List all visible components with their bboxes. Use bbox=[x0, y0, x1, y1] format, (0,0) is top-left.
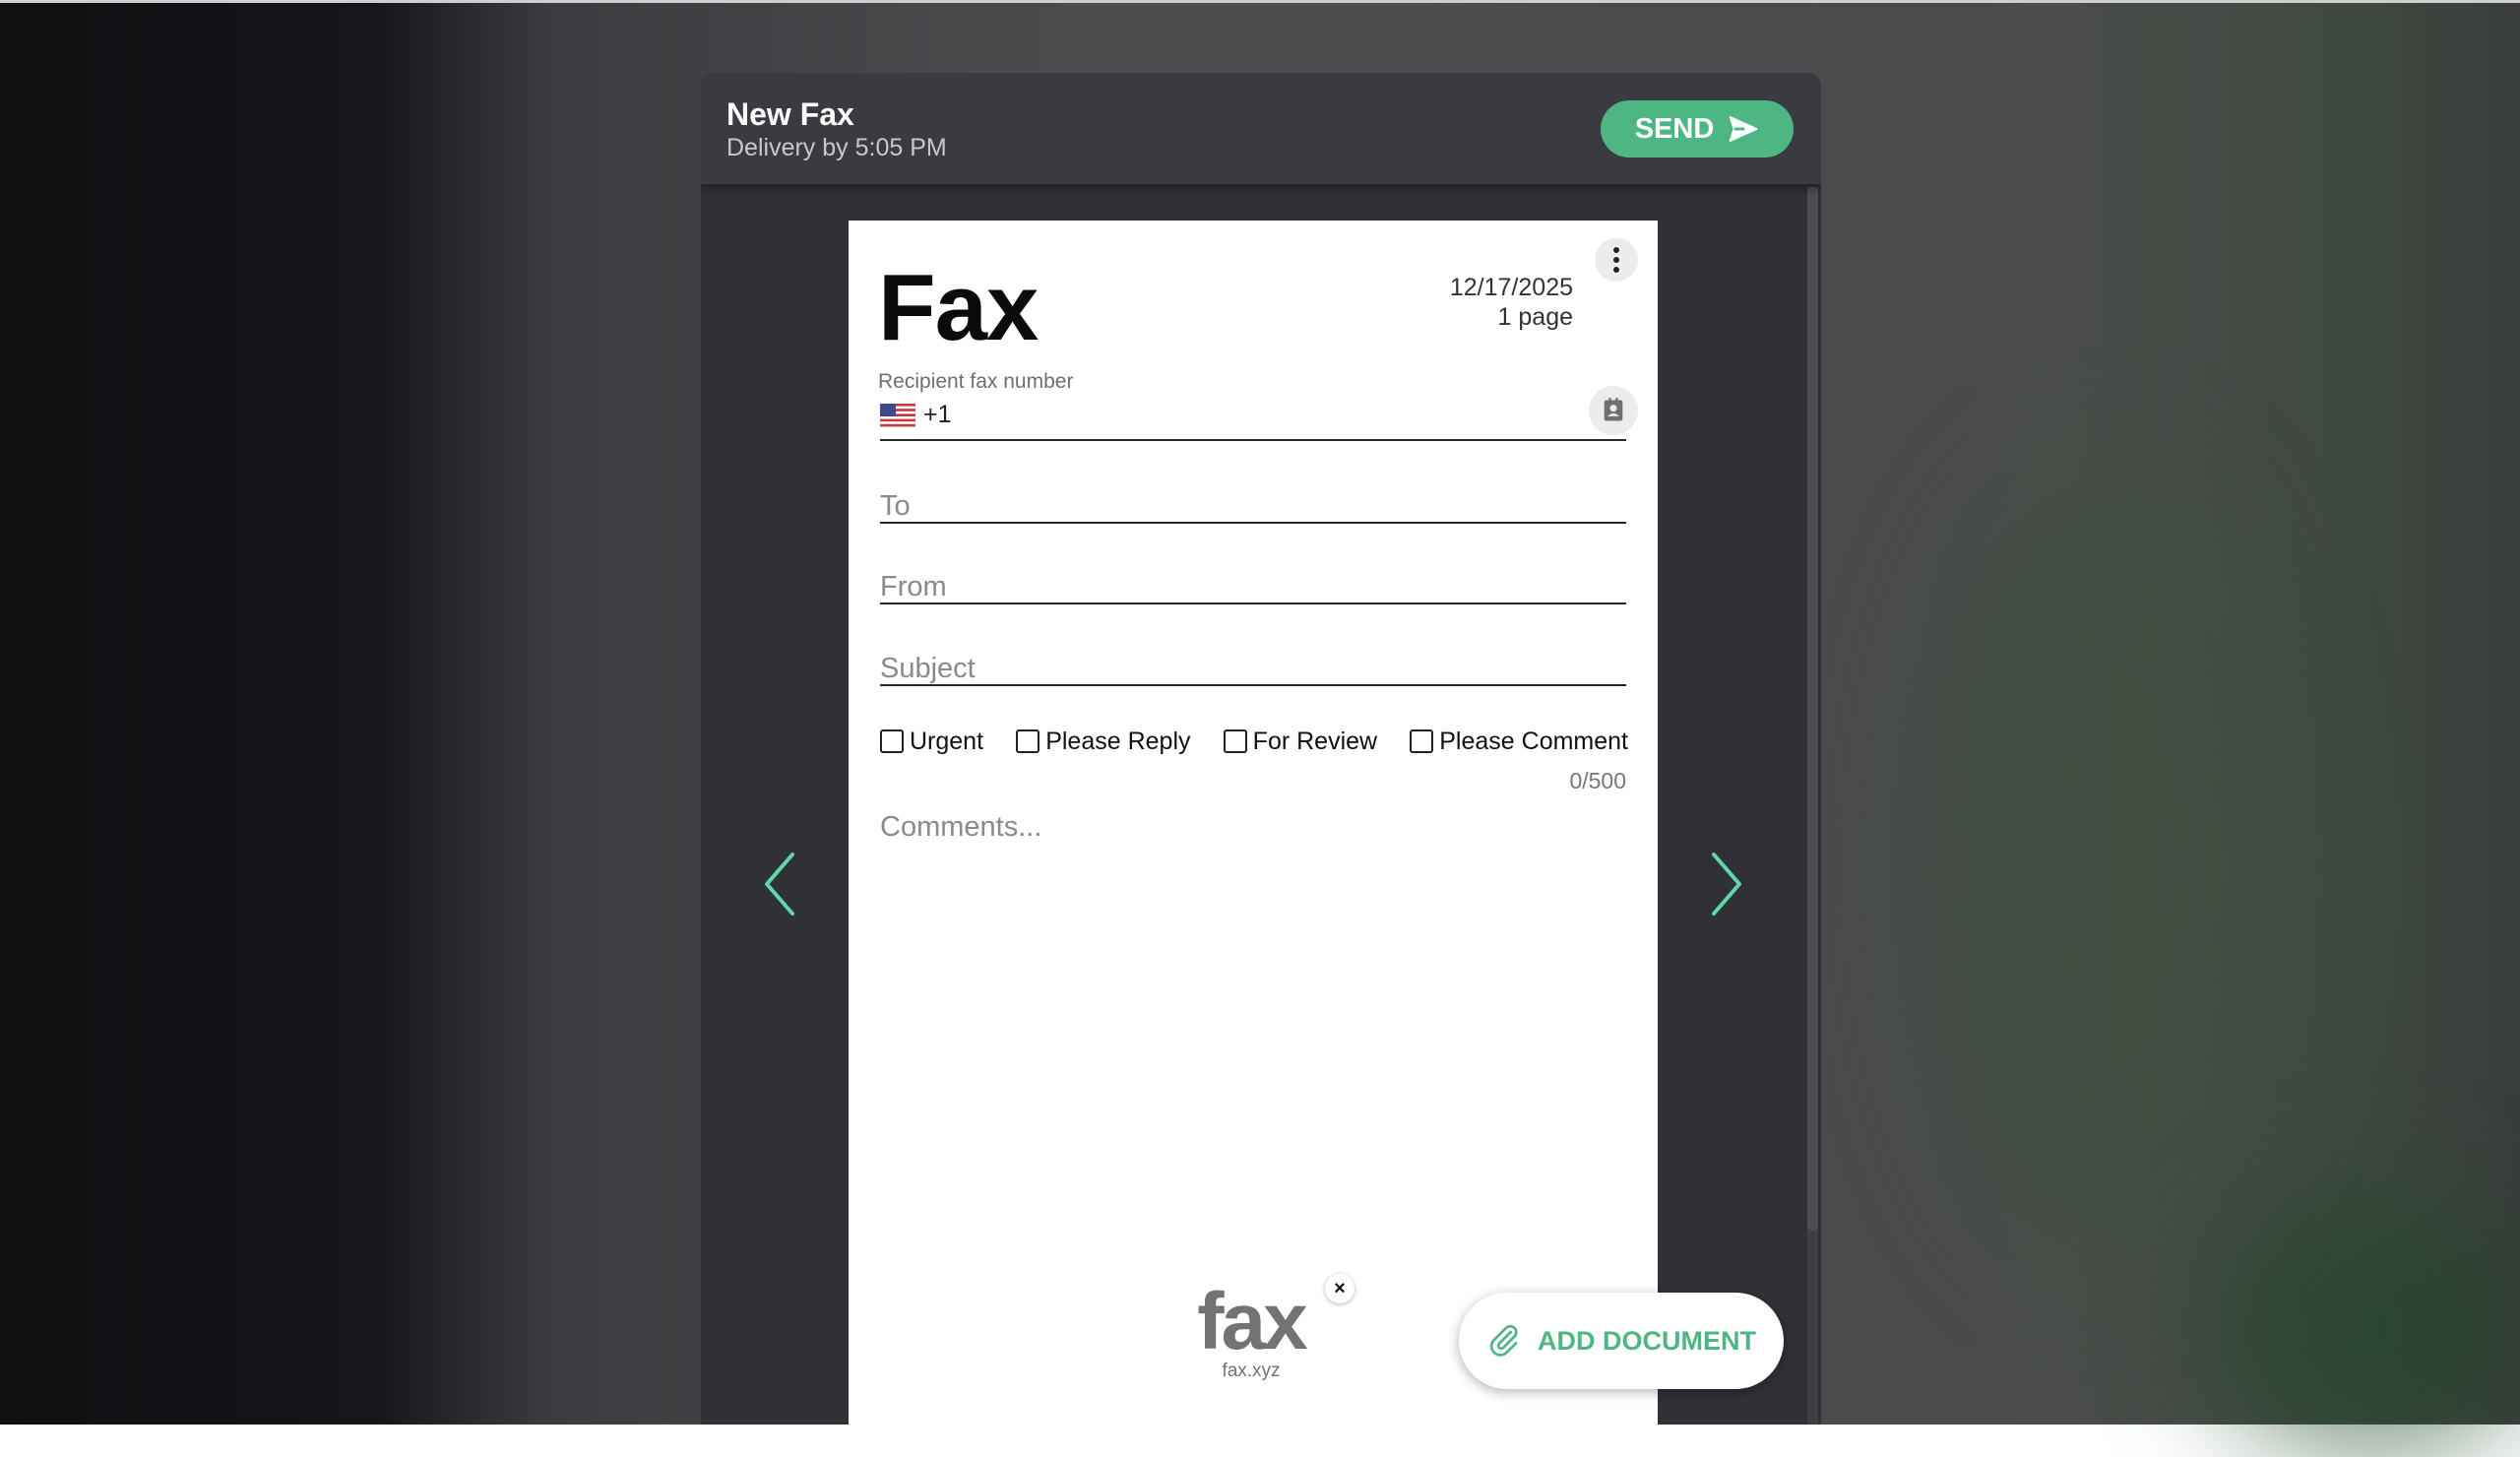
chevron-left-icon[interactable] bbox=[755, 845, 804, 923]
title-bar: New Fax Delivery by 5:05 PM SEND bbox=[701, 73, 1821, 184]
checkbox-box[interactable] bbox=[1223, 729, 1247, 753]
logo-subtext: fax.xyz bbox=[1222, 1361, 1281, 1381]
backdrop-blur bbox=[1929, 473, 2284, 1260]
checkbox-label: Please Comment bbox=[1439, 727, 1628, 755]
top-divider bbox=[0, 0, 2520, 3]
cover-date: 12/17/2025 bbox=[1449, 274, 1573, 301]
checkbox-label: Please Reply bbox=[1045, 727, 1191, 755]
checkbox-label: Urgent bbox=[910, 727, 984, 755]
checkbox-box[interactable] bbox=[1016, 729, 1040, 753]
send-label: SEND bbox=[1634, 112, 1715, 145]
recipient-fax-label: Recipient fax number bbox=[878, 370, 1074, 393]
checkbox-box[interactable] bbox=[880, 729, 904, 753]
more-vertical-icon[interactable] bbox=[1595, 238, 1638, 282]
fax-cover-page: Fax 12/17/2025 1 page Recipient fax numb… bbox=[849, 221, 1658, 1425]
new-fax-window: New Fax Delivery by 5:05 PM SEND Fax 12/… bbox=[701, 73, 1821, 1425]
character-counter: 0/500 bbox=[1569, 768, 1626, 793]
to-underline bbox=[880, 522, 1626, 524]
comments-field[interactable] bbox=[880, 811, 1626, 1205]
urgent-checkbox[interactable]: Urgent bbox=[880, 728, 983, 756]
send-button[interactable]: SEND bbox=[1601, 100, 1794, 158]
delivery-time: Delivery by 5:05 PM bbox=[726, 134, 947, 161]
cover-options: Urgent Please Reply For Review Please Co… bbox=[880, 725, 1628, 758]
backdrop-blur bbox=[2215, 1201, 2520, 1457]
checkbox-label: For Review bbox=[1252, 727, 1378, 755]
window-title: New Fax bbox=[726, 96, 854, 132]
from-underline bbox=[880, 602, 1626, 604]
contacts-button[interactable] bbox=[1589, 386, 1638, 435]
send-icon bbox=[1729, 116, 1758, 142]
checkbox-box[interactable] bbox=[1410, 729, 1434, 753]
scrollbar[interactable] bbox=[1807, 187, 1818, 1425]
paperclip-icon bbox=[1489, 1324, 1518, 1357]
logo-text: fax bbox=[1197, 1277, 1308, 1366]
please-reply-checkbox[interactable]: Please Reply bbox=[1016, 727, 1191, 756]
chevron-right-icon[interactable] bbox=[1702, 845, 1751, 923]
cover-heading: Fax bbox=[878, 255, 1039, 360]
page-count: 1 page bbox=[1497, 303, 1573, 331]
contacts-icon bbox=[1604, 398, 1623, 421]
us-flag-icon[interactable] bbox=[880, 404, 915, 427]
country-code[interactable]: +1 bbox=[923, 401, 952, 429]
cover-logo[interactable]: fax fax.xyz bbox=[1179, 1276, 1327, 1384]
close-icon[interactable]: × bbox=[1325, 1274, 1354, 1303]
add-document-label: ADD DOCUMENT bbox=[1538, 1325, 1756, 1356]
for-review-checkbox[interactable]: For Review bbox=[1223, 727, 1378, 756]
scrollbar-thumb[interactable] bbox=[1807, 187, 1818, 1231]
please-comment-checkbox[interactable]: Please Comment bbox=[1410, 728, 1628, 756]
fax-number-underline bbox=[880, 439, 1626, 441]
subject-underline bbox=[880, 684, 1626, 686]
add-document-button[interactable]: ADD DOCUMENT bbox=[1459, 1293, 1784, 1389]
